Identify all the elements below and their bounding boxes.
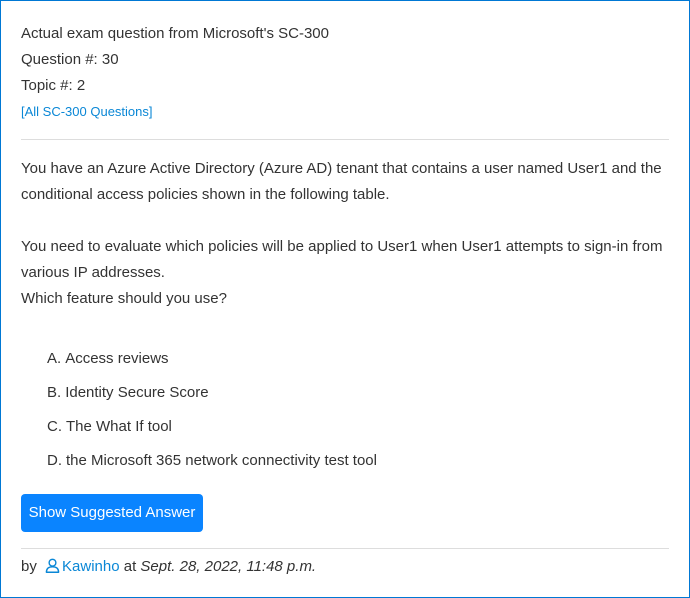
by-label: by [21,558,37,575]
choice-letter: A. [47,350,62,367]
show-suggested-answer-button[interactable]: Show Suggested Answer [21,494,203,532]
question-card: Actual exam question from Microsoft's SC… [0,0,690,598]
question-header: Actual exam question from Microsoft's SC… [21,21,329,125]
choice-d[interactable]: D. the Microsoft 365 network connectivity… [47,444,377,478]
choice-text: Access reviews [65,350,169,367]
choice-text: the Microsoft 365 network connectivity t… [66,452,377,469]
user-icon [45,557,60,581]
choice-b[interactable]: B. Identity Secure Score [47,376,377,410]
at-label: at [123,558,137,575]
header-divider [21,139,669,140]
choice-a[interactable]: A. Access reviews [47,342,377,376]
exam-title: Actual exam question from Microsoft's SC… [21,25,329,42]
choice-letter: C. [47,418,62,435]
question-paragraph-2: You need to evaluate which policies will… [21,234,669,312]
post-date: Sept. 28, 2022, 11:48 p.m. [140,558,317,575]
choice-letter: B. [47,384,62,401]
question-number: Question #: 30 [21,51,119,68]
answer-choices: A. Access reviews B. Identity Secure Score… [47,342,377,478]
all-questions-link[interactable]: [All SC-300 Questions] [21,99,329,125]
question-prompt: Which feature should you use? [21,290,227,307]
question-paragraph-1: You have an Azure Active Directory (Azur… [21,160,662,203]
post-meta: by Kawinho at Sept. 28, 2022, 11:48 p.m. [21,555,316,581]
question-body: You have an Azure Active Directory (Azur… [21,156,669,312]
topic-number: Topic #: 2 [21,77,86,94]
choice-letter: D. [47,452,62,469]
author-link[interactable]: Kawinho [62,558,120,575]
question-paragraph-2-line-1: You need to evaluate which policies will… [21,238,663,281]
choice-c[interactable]: C. The What If tool [47,410,377,444]
footer-divider [21,548,669,549]
choice-text: Identity Secure Score [65,384,209,401]
choice-text: The What If tool [66,418,172,435]
